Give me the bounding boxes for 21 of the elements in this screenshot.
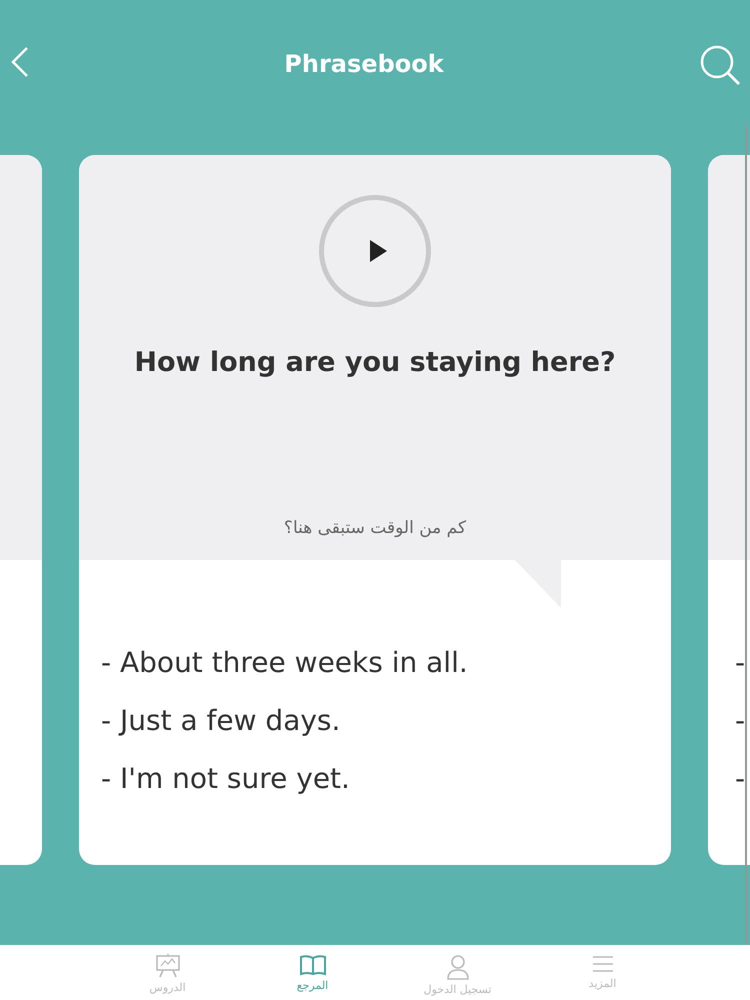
page-title: Phrasebook	[284, 50, 444, 78]
play-button[interactable]	[319, 195, 431, 307]
answer-text: -	[735, 703, 746, 739]
tab[interactable]: الدروس	[95, 945, 240, 1000]
tab[interactable]: المزيد	[530, 945, 675, 1000]
answer-text: -	[735, 761, 746, 797]
tab[interactable]: المرجع	[240, 945, 385, 1000]
phrase-text: How long are you staying here?	[134, 347, 616, 378]
translation-text: كم من الوقت ستبقى هنا؟	[284, 518, 466, 538]
answer-text: - About three weeks in all.	[101, 645, 469, 681]
answer-text: - Just a few days.	[101, 703, 342, 739]
play-icon	[367, 238, 389, 264]
tab[interactable]: تسجيل الدخول	[385, 945, 530, 1000]
menu-icon	[592, 954, 614, 974]
book-icon	[298, 954, 326, 976]
next-card[interactable]: - - -	[708, 155, 750, 865]
easel-icon	[154, 954, 180, 978]
answer-text: -	[735, 645, 746, 681]
answer-text: - I'm not sure yet.	[101, 761, 351, 797]
back-icon[interactable]	[10, 46, 30, 78]
person-icon	[446, 954, 470, 980]
